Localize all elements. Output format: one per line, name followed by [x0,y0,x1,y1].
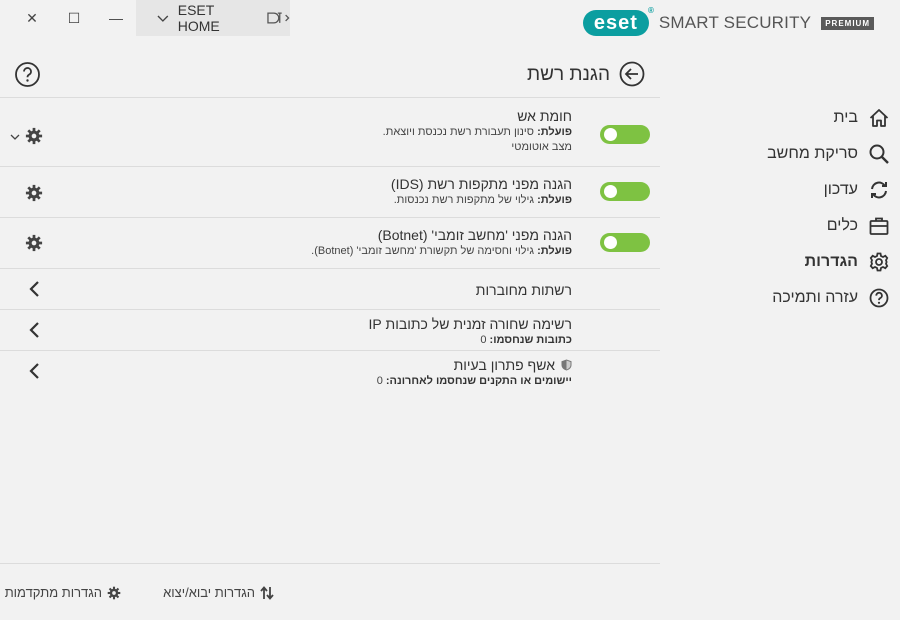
ids-status-label: פועלת: [537,194,572,206]
sidebar-item-label: כלים [826,217,858,234]
chevron-left-icon[interactable] [28,321,42,339]
maximize-button[interactable]: ☐ [64,8,84,28]
sidebar-item-computer-scan[interactable]: סריקת מחשב [660,136,900,172]
firewall-toggle[interactable] [600,125,650,144]
sidebar-item-tools[interactable]: כלים [660,208,900,244]
footer: הגדרות יבוא/יצוא הגדרות מתקדמות [0,563,660,620]
sidebar-item-update[interactable]: עדכון [660,172,900,208]
advanced-settings-link[interactable]: הגדרות מתקדמות [5,585,121,600]
brand: eset ® SMART SECURITY PREMIUM [582,6,874,36]
eset-home-icon [267,12,290,24]
minimize-button[interactable]: — [106,8,126,28]
title-bar: ✕ ☐ — ESET HOME eset ® SMART SECURITY PRE… [0,0,900,40]
chevron-left-icon[interactable] [28,362,42,380]
gear-icon [107,586,121,599]
sidebar-item-help[interactable]: עזרה ותמיכה [660,280,900,316]
troubleshooting-count-label: יישומים או התקנים שנחסמו לאחרונה: [385,375,572,387]
ids-status-text: גילוי של מתקפות רשת נכנסות. [393,194,538,206]
import-export-settings-link[interactable]: הגדרות יבוא/יצוא [163,585,274,600]
chevron-down-icon[interactable] [10,132,20,142]
shield-icon [561,359,572,371]
main-panel: הגנת רשת חומת אש פועלת: סינון תעבורת רשת… [0,50,660,570]
close-icon: ✕ [26,9,38,26]
import-export-icon [260,585,274,600]
ip-blacklist-row[interactable]: רשימה שחורה זמנית של כתובות IP כתובות שנ… [0,310,660,351]
sidebar-item-home[interactable]: בית [660,100,900,136]
botnet-toggle[interactable] [600,233,650,252]
gear-icon [869,252,889,272]
import-export-label: הגדרות יבוא/יצוא [163,585,255,600]
botnet-title: הגנה מפני 'מחשב זומבי' (Botnet) [377,227,572,243]
eset-home-button[interactable]: ESET HOME [136,0,290,36]
close-button[interactable]: ✕ [22,8,42,28]
help-icon [869,288,889,308]
firewall-row: חומת אש פועלת: סינון תעבורת רשת נכנסת וי… [0,99,660,167]
gear-icon[interactable] [25,234,43,252]
botnet-status-text: גילוי וחסימה של תקשורת 'מחשב זומבי' (Bot… [311,245,538,257]
tools-icon [869,217,889,235]
edition-badge: PREMIUM [821,16,874,30]
search-icon [869,144,889,164]
botnet-status-label: פועלת: [537,245,572,257]
troubleshooting-count: 0 [376,375,386,387]
ip-blacklist-title: רשימה שחורה זמנית של כתובות IP [368,316,572,332]
troubleshooting-title: אשף פתרון בעיות [453,357,555,373]
eset-home-label: ESET HOME [177,2,220,34]
firewall-mode: מצב אוטומטי [511,141,572,153]
firewall-status-text: סינון תעבורת רשת נכנסת ויוצאת. [382,126,538,138]
gear-icon[interactable] [25,184,43,202]
ip-blacklist-count: 0 [480,334,490,346]
ip-blacklist-count-label: כתובות שנחסמו: [489,334,572,346]
sidebar: בית סריקת מחשב עדכון כלים הגדרות עזרה ות… [660,100,900,316]
firewall-title: חומת אש [517,108,572,124]
firewall-status-label: פועלת: [537,126,572,138]
update-icon [871,181,887,199]
sidebar-item-settings[interactable]: הגדרות [660,244,900,280]
chevron-down-icon [157,15,169,22]
page-title: הגנת רשת [526,64,610,85]
troubleshooting-row[interactable]: אשף פתרון בעיות יישומים או התקנים שנחסמו… [0,351,660,392]
page-header: הגנת רשת [0,50,660,98]
sidebar-item-label: הגדרות [804,253,858,270]
connected-networks-row[interactable]: רשתות מחוברות [0,269,660,310]
advanced-settings-label: הגדרות מתקדמות [4,585,102,600]
sidebar-item-label: עזרה ותמיכה [772,289,858,306]
eset-logo: eset ® [582,6,654,36]
sidebar-item-label: סריקת מחשב [767,145,858,162]
maximize-icon: ☐ [67,9,81,26]
minimize-icon: — [109,10,123,26]
back-arrow-icon[interactable] [618,60,646,88]
ids-toggle[interactable] [600,182,650,201]
ids-title: הגנה מפני מתקפות רשת (IDS) [390,176,572,192]
botnet-row: הגנה מפני 'מחשב זומבי' (Botnet) פועלת: ג… [0,218,660,269]
sidebar-item-label: בית [833,109,858,126]
ids-row: הגנה מפני מתקפות רשת (IDS) פועלת: גילוי … [0,167,660,218]
chevron-left-icon[interactable] [28,280,42,298]
connected-networks-title: רשתות מחוברות [475,282,572,298]
gear-icon[interactable] [25,127,43,145]
sidebar-item-label: עדכון [823,181,858,198]
help-icon[interactable] [14,61,41,88]
home-icon [869,109,889,127]
product-name: SMART SECURITY [658,13,812,32]
